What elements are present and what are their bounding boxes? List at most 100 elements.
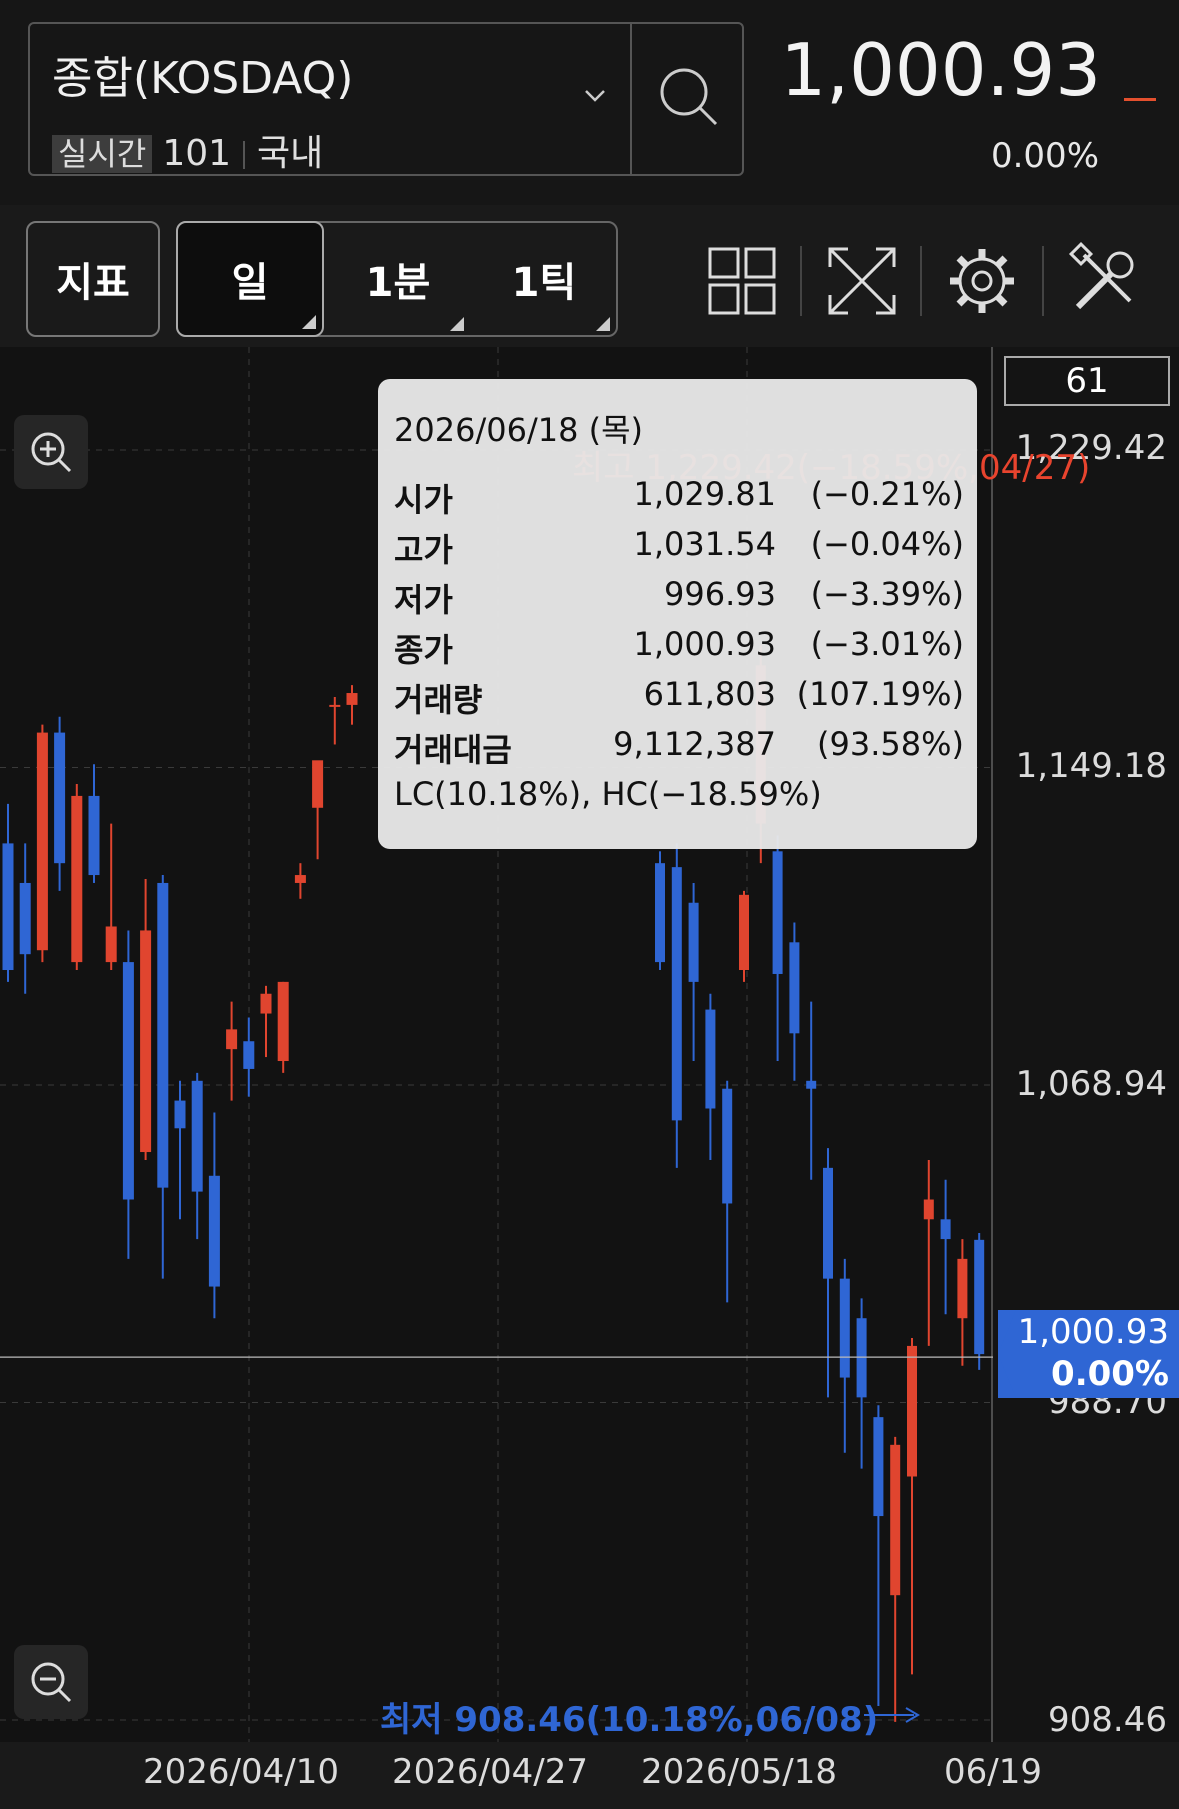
divider (1042, 246, 1044, 316)
tooltip-value: 9,112,387 (613, 725, 776, 763)
tooltip-pct: (−0.04%) (810, 525, 964, 563)
divider (243, 141, 246, 169)
x-tick-label: 2026/04/27 (392, 1752, 588, 1792)
corner-triangle-icon (596, 317, 610, 331)
candle-body (140, 930, 152, 1153)
candle-body (71, 795, 83, 963)
corner-triangle-icon (450, 317, 464, 331)
candle-body (655, 863, 665, 963)
candle-body (226, 1029, 238, 1050)
tooltip-pct: (−3.39%) (810, 575, 964, 613)
zoom-out-icon (31, 1662, 72, 1703)
tooltip-pct: (107.19%) (796, 675, 964, 713)
candle-body (789, 942, 800, 1034)
search-icon (660, 68, 718, 126)
divider (630, 24, 632, 174)
tooltip-label: 거래량 (394, 681, 483, 719)
candle-body (54, 732, 66, 864)
current-price: 1,000.93 (780, 28, 1101, 112)
symbol-name: 종합(KOSDAQ) (52, 53, 354, 104)
candle-body (312, 760, 324, 808)
tools-icon[interactable] (1064, 241, 1144, 321)
candle-body (671, 867, 682, 1121)
candle-body (174, 1100, 186, 1129)
candle-body (806, 1080, 817, 1089)
search-button[interactable] (634, 24, 742, 174)
divider (800, 246, 802, 316)
candle-body (974, 1239, 985, 1355)
ohlc-tooltip: 2026/06/18 (목) 시가 1,029.81 (−0.21%) 고가 1,03… (378, 379, 977, 849)
tooltip-label: 저가 (394, 581, 453, 619)
y-tick-label: 908.46 (1048, 1700, 1167, 1740)
candle-count-box[interactable]: 61 (1004, 356, 1170, 406)
period-minute-button[interactable]: 1분 (326, 221, 470, 337)
tooltip-pct: (93.58%) (817, 725, 964, 763)
zoom-in-icon (31, 432, 72, 473)
candle-body (823, 1167, 833, 1279)
tooltip-value: 1,000.93 (633, 625, 777, 663)
tooltip-value: 996.93 (664, 575, 776, 613)
y-axis (993, 347, 1179, 1742)
candle-body (772, 851, 783, 974)
candle-body (294, 875, 306, 883)
candle-body (722, 1088, 733, 1204)
candle-body (243, 1041, 255, 1069)
symbol-info: 실시간 101 국내 (52, 124, 323, 176)
divider (920, 246, 922, 316)
tooltip-row: 거래량 611,803 (107.19%) (394, 675, 964, 723)
candle-body (105, 926, 117, 963)
tooltip-row: 저가 996.93 (−3.39%) (394, 575, 964, 623)
header-bar: 종합(KOSDAQ) 실시간 101 국내 1,000.93 0.00% (0, 0, 1179, 205)
market-label: 국내 (257, 133, 324, 174)
tooltip-label: 거래대금 (394, 731, 512, 769)
x-tick-label: 2026/04/10 (143, 1752, 339, 1792)
tooltip-label: 시가 (394, 481, 453, 519)
candle-body (923, 1199, 934, 1220)
tooltip-row: 고가 1,031.54 (−0.04%) (394, 525, 964, 573)
candle-body (705, 1009, 716, 1109)
gear-icon[interactable] (942, 241, 1022, 321)
tooltip-row: 종가 1,000.93 (−3.01%) (394, 625, 964, 673)
price-change: 0.00% (990, 136, 1099, 176)
candle-body (346, 693, 358, 705)
tooltip-value: 1,031.54 (633, 525, 777, 563)
chart-toolbar: 지표 일 1분 1틱 (0, 205, 1179, 347)
candle-body (19, 882, 31, 955)
corner-triangle-icon (302, 315, 316, 329)
period-minute-label: 1분 (365, 260, 431, 306)
tooltip-date: 2026/06/18 (목) (394, 411, 644, 449)
candle-body (329, 704, 341, 707)
tooltip-value: 1,029.81 (633, 475, 777, 513)
y-tick-label: 1,149.18 (1015, 746, 1167, 786)
candle-body (940, 1219, 951, 1240)
candle-body (36, 732, 48, 951)
low-arrow-icon (864, 1707, 920, 1723)
chevron-down-icon[interactable] (584, 84, 606, 106)
symbol-code: 101 (162, 133, 232, 174)
period-tick-label: 1틱 (511, 260, 577, 306)
period-tick-button[interactable]: 1틱 (472, 221, 616, 337)
candle-body (890, 1444, 901, 1596)
zoom-out-button[interactable] (14, 1645, 88, 1719)
zoom-in-button[interactable] (14, 415, 88, 489)
candle-body (873, 1417, 884, 1517)
tooltip-row: 거래대금 9,112,387 (93.58%) (394, 725, 964, 773)
candle-body (88, 795, 100, 876)
indicator-button[interactable]: 지표 (26, 221, 160, 337)
candle-body (191, 1080, 203, 1192)
realtime-badge: 실시간 (52, 135, 153, 173)
current-price-label: 1,000.93 (1017, 1312, 1169, 1352)
candle-body (907, 1345, 917, 1477)
fullscreen-icon[interactable] (822, 241, 902, 321)
candle-body (839, 1278, 850, 1378)
y-tick-label: 1,068.94 (1015, 1064, 1167, 1104)
symbol-selector[interactable]: 종합(KOSDAQ) 실시간 101 국내 (28, 22, 744, 176)
tooltip-label: 고가 (394, 531, 453, 569)
price-flat-indicator (1124, 98, 1156, 101)
current-change-label: 0.00% (1051, 1354, 1169, 1394)
period-day-button[interactable]: 일 (176, 221, 324, 337)
candle-body (856, 1318, 867, 1398)
tooltip-lc-hc: LC(10.18%), HC(−18.59%) (394, 775, 822, 813)
candle-body (957, 1258, 968, 1319)
grid-layout-icon[interactable] (702, 241, 782, 321)
